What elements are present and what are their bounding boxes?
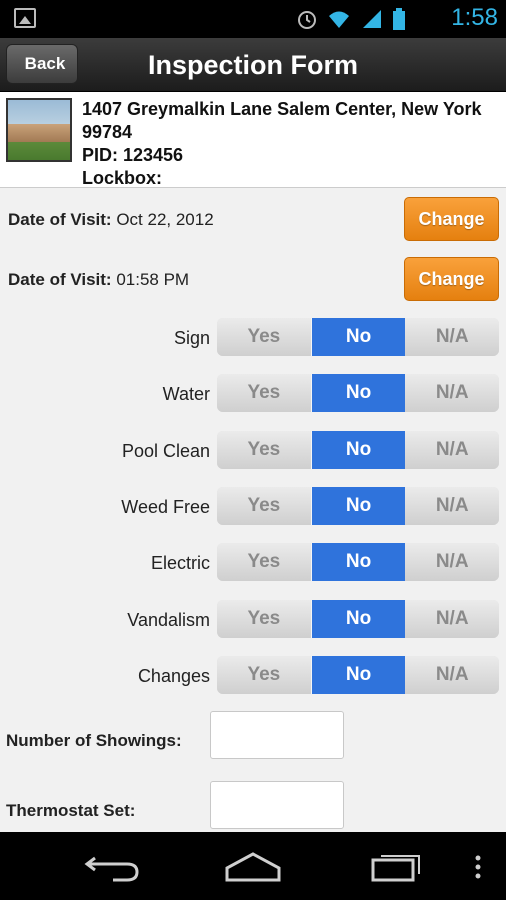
navigation-bar — [0, 832, 506, 900]
app-header: Back Inspection Form — [0, 38, 506, 92]
status-time: 1:58 — [451, 4, 498, 31]
option-na-button[interactable]: N/A — [405, 430, 499, 469]
showings-label: Number of Showings: — [6, 731, 182, 750]
toggle-row: Changes Yes No N/A — [0, 655, 506, 696]
toggle-row: Sign Yes No N/A — [0, 318, 506, 358]
overflow-menu-icon[interactable] — [468, 850, 488, 884]
toggle-label: Pool Clean — [121, 440, 210, 461]
property-card: 1407 Greymalkin Lane Salem Center, New Y… — [0, 92, 506, 188]
option-yes-button[interactable]: Yes — [217, 374, 312, 413]
option-yes-button[interactable]: Yes — [217, 655, 312, 694]
segmented-control: Yes No N/A — [217, 374, 499, 413]
segmented-control: Yes No N/A — [217, 318, 499, 356]
date-label: Date of Visit: — [8, 210, 112, 229]
option-na-button[interactable]: N/A — [405, 486, 499, 525]
toggle-label: Vandalism — [127, 609, 210, 630]
option-yes-button[interactable]: Yes — [217, 486, 312, 525]
option-na-button[interactable]: N/A — [405, 543, 499, 582]
option-no-button[interactable]: No — [311, 543, 406, 582]
option-no-button[interactable]: No — [311, 318, 406, 356]
option-yes-button[interactable]: Yes — [217, 599, 312, 638]
option-na-button[interactable]: N/A — [405, 374, 499, 413]
segmented-control: Yes No N/A — [217, 599, 499, 638]
toggle-row: Vandalism Yes No N/A — [0, 599, 506, 640]
page-title: Inspection Form — [147, 50, 358, 80]
property-lockbox: Lockbox: — [82, 168, 163, 188]
option-no-button[interactable]: No — [311, 374, 406, 413]
option-no-button[interactable]: No — [311, 599, 406, 638]
option-no-button[interactable]: No — [311, 486, 406, 525]
option-yes-button[interactable]: Yes — [217, 543, 312, 582]
time-label: Date of Visit: — [8, 270, 112, 289]
recent-apps-icon[interactable] — [365, 850, 425, 884]
inspection-form: 1407 Greymalkin Lane Salem Center, New Y… — [0, 92, 506, 832]
option-yes-button[interactable]: Yes — [217, 318, 312, 356]
home-nav-icon[interactable] — [223, 850, 283, 884]
wifi-icon — [329, 11, 349, 28]
toggle-label: Weed Free — [121, 496, 210, 517]
date-of-visit-row: Date of Visit: Oct 22, 2012 — [8, 210, 214, 230]
date-value: Oct 22, 2012 — [116, 210, 214, 229]
option-na-button[interactable]: N/A — [405, 655, 499, 694]
property-info: 1407 Greymalkin Lane Salem Center, New Y… — [82, 98, 502, 190]
option-yes-button[interactable]: Yes — [217, 430, 312, 469]
gallery-icon — [14, 8, 36, 28]
status-bar: 1:58 — [0, 0, 506, 38]
segmented-control: Yes No N/A — [217, 543, 499, 582]
option-no-button[interactable]: No — [311, 655, 406, 694]
toggle-label: Changes — [137, 665, 210, 686]
toggle-label: Sign — [173, 328, 210, 348]
signal-icon — [363, 10, 381, 28]
property-photo — [6, 98, 72, 162]
toggle-label: Electric — [150, 553, 210, 574]
thermostat-input[interactable] — [210, 781, 344, 829]
alarm-icon — [298, 11, 316, 29]
change-time-button[interactable]: Change — [404, 257, 499, 301]
toggle-row: Weed Free Yes No N/A — [0, 486, 506, 527]
segmented-control: Yes No N/A — [217, 486, 499, 525]
toggle-row: Pool Clean Yes No N/A — [0, 430, 506, 471]
segmented-control: Yes No N/A — [217, 655, 499, 694]
toggle-row: Electric Yes No N/A — [0, 543, 506, 583]
time-of-visit-row: Date of Visit: 01:58 PM — [8, 270, 189, 290]
toggle-label: Water — [162, 384, 210, 405]
option-no-button[interactable]: No — [311, 430, 406, 469]
time-value: 01:58 PM — [116, 270, 190, 289]
change-date-button[interactable]: Change — [404, 197, 499, 241]
property-address: 1407 Greymalkin Lane Salem Center, New Y… — [82, 99, 482, 142]
thermostat-label: Thermostat Set: — [6, 801, 136, 820]
status-icons — [296, 8, 406, 30]
property-pid: PID: 123456 — [82, 145, 184, 165]
showings-input[interactable] — [210, 711, 344, 759]
back-nav-icon[interactable] — [83, 850, 143, 884]
option-na-button[interactable]: N/A — [405, 599, 499, 638]
toggle-row: Water Yes No N/A — [0, 374, 506, 414]
option-na-button[interactable]: N/A — [405, 318, 499, 356]
segmented-control: Yes No N/A — [217, 430, 499, 469]
battery-icon — [393, 8, 405, 30]
